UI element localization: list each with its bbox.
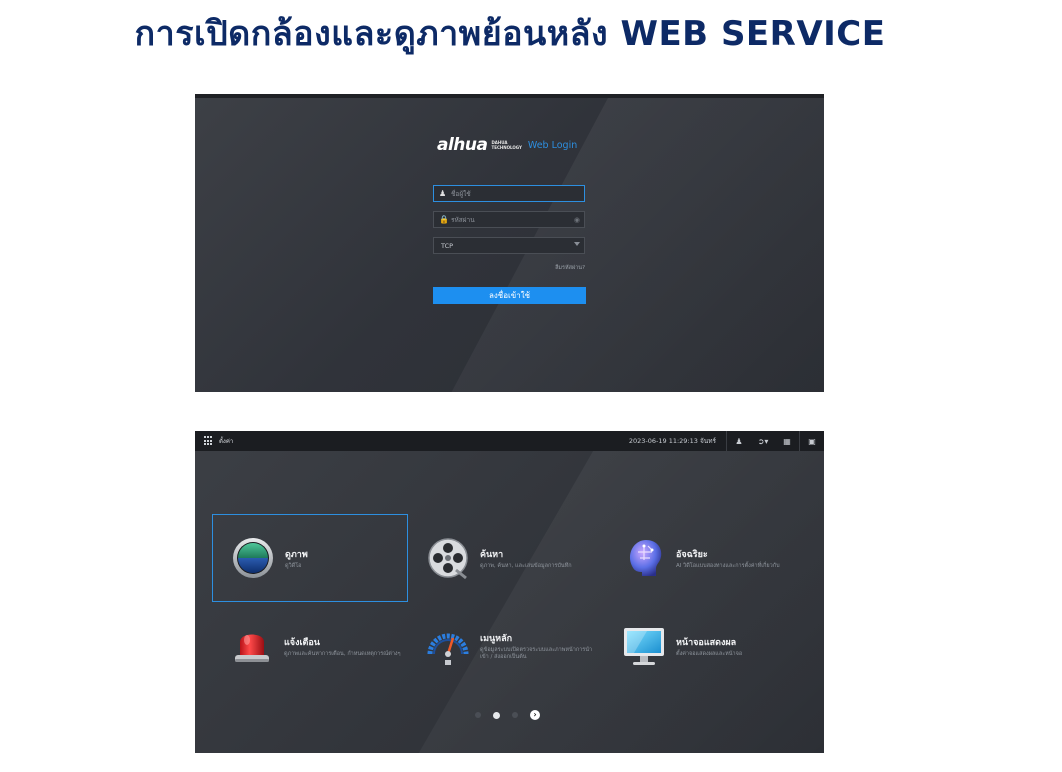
logout-icon[interactable]: ➲▾ (751, 437, 775, 446)
username-placeholder: ชื่อผู้ใช้ (451, 189, 471, 198)
logo-sub-line2: TECHNOLOGY (491, 145, 522, 150)
page-indicator: › (475, 710, 540, 720)
tile-search[interactable]: ค้นหา ดูภาพ, ค้นหา, และเล่นข้อมูลการบันท… (408, 514, 604, 602)
ai-head-icon (629, 540, 662, 576)
password-placeholder: รหัสผ่าน (451, 215, 475, 224)
tile-description: ดูภาพ, ค้นหา, และเล่นข้อมูลการบันทึก (480, 562, 572, 569)
tile-title: อัจฉริยะ (676, 549, 708, 560)
username-field[interactable]: ♟ ชื่อผู้ใช้ (433, 185, 585, 202)
tile-description: ดูภาพและค้นหาการเตือน, กำหนดเหตุการณ์ต่า… (284, 650, 401, 657)
tile-display[interactable]: หน้าจอแสดงผล ตั้งค่าจอแสดงผลและหน้าจอ (604, 602, 800, 690)
gauge-icon (427, 633, 469, 665)
apps-grid-icon[interactable] (204, 436, 214, 446)
monitor-icon (624, 628, 664, 665)
tile-live-view[interactable]: ดูภาพ ดูวิดีโอ (212, 514, 408, 602)
page-dot-1[interactable] (475, 712, 481, 718)
tile-description: ดูวิดีโอ (285, 562, 302, 569)
tile-description: AI วิดีโอแบบสองทางและการตั้งค่าที่เกี่ยว… (676, 562, 780, 569)
tile-main-menu[interactable]: เมนูหลัก ดูข้อมูลระบบเปิดตรวจระบบและภาพห… (408, 602, 604, 690)
protocol-value: TCP (441, 241, 454, 250)
datetime-display: 2023-06-19 11:29:13 จันทร์ (628, 437, 716, 445)
siren-icon (235, 634, 269, 662)
tile-title: ค้นหา (480, 549, 504, 560)
tile-description: ตั้งค่าจอแสดงผลและหน้าจอ (676, 650, 743, 657)
tile-title: แจ้งเตือน (284, 637, 320, 648)
page-dot-3[interactable] (512, 712, 518, 718)
tile-ai[interactable]: อัจฉริยะ AI วิดีโอแบบสองทางและการตั้งค่า… (604, 514, 800, 602)
web-login-label: Web Login (527, 139, 578, 151)
page-title: การเปิดกล้องและดูภาพย้อนหลัง WEB SERVICE (134, 14, 886, 54)
user-icon[interactable]: ♟ (727, 437, 751, 446)
tile-alarm[interactable]: แจ้งเตือน ดูภาพและค้นหาการเตือน, กำหนดเห… (212, 602, 408, 690)
page-dot-2[interactable] (493, 711, 500, 719)
lock-icon: 🔒 (439, 215, 449, 224)
film-reel-icon (428, 538, 468, 580)
dahua-logo: alhua DAHUA TECHNOLOGY Web Login (437, 134, 577, 156)
tile-title: เมนูหลัก (480, 634, 513, 644)
chevron-right-icon[interactable]: › (530, 710, 540, 720)
tile-description: ดูข้อมูลระบบเปิดตรวจระบบและภาพหน้าการนำเ… (480, 647, 593, 660)
settings-label[interactable]: ตั้งค่า (219, 436, 233, 446)
user-icon: ♟ (439, 189, 447, 198)
logo-mark: alhua (437, 135, 488, 155)
logo-subtext: DAHUA TECHNOLOGY (491, 140, 521, 150)
eye-icon[interactable]: ◉ (574, 216, 580, 224)
fullscreen-icon[interactable]: ▦ (775, 437, 799, 446)
password-field[interactable]: 🔒 รหัสผ่าน ◉ (433, 211, 585, 228)
main-menu-screen: ตั้งค่า 2023-06-19 11:29:13 จันทร์ ♟ ➲▾ … (195, 431, 824, 753)
forgot-password-link[interactable]: ลืมรหัสผ่าน? (533, 264, 585, 272)
login-button[interactable]: ลงชื่อเข้าใช้ (433, 287, 586, 304)
login-screen: alhua DAHUA TECHNOLOGY Web Login ♟ ชื่อผ… (195, 94, 824, 392)
top-bar: ตั้งค่า 2023-06-19 11:29:13 จันทร์ ♟ ➲▾ … (195, 431, 824, 451)
live-view-icon (233, 538, 273, 578)
tile-title: ดูภาพ (285, 549, 308, 560)
display-icon[interactable]: ▣ (800, 437, 824, 446)
chevron-down-icon (574, 242, 580, 246)
protocol-select[interactable]: TCP (433, 237, 585, 254)
tile-title: หน้าจอแสดงผล (676, 637, 737, 648)
